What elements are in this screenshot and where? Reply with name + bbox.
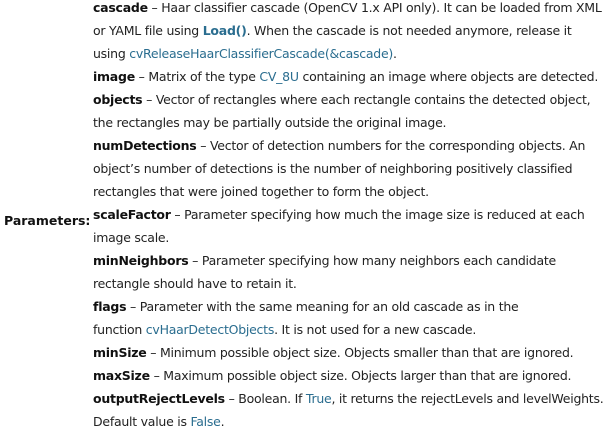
reference-link[interactable]: cvHaarDetectObjects xyxy=(146,322,275,337)
param-name: minNeighbors xyxy=(93,253,189,268)
param-description: , it returns the rejectLevels and levelW… xyxy=(331,391,604,406)
param-name: maxSize xyxy=(93,368,150,383)
param-description: – Parameter specifying how much the imag… xyxy=(174,207,585,222)
param-description: – Maximum possible object size. Objects … xyxy=(153,368,572,383)
param-name: numDetections xyxy=(93,138,197,153)
param-numDetections: numDetections – Vector of detection numb… xyxy=(93,134,585,157)
param-minNeighbors-line: rectangle should have to retain it. xyxy=(93,272,297,295)
param-minSize: minSize – Minimum possible object size. … xyxy=(93,341,574,364)
parameters-label: Parameters: xyxy=(4,213,91,228)
param-description: rectangle should have to retain it. xyxy=(93,276,297,291)
param-flags-line: function cvHaarDetectObjects. It is not … xyxy=(93,318,476,341)
param-numDetections-line: rectangles that were joined together to … xyxy=(93,180,429,203)
param-scaleFactor-line: image scale. xyxy=(93,226,169,249)
param-numDetections-line: object’s number of detections is the num… xyxy=(93,157,573,180)
param-description: – Vector of detection numbers for the co… xyxy=(200,138,586,153)
param-description: – Matrix of the type xyxy=(138,69,260,84)
param-description: – Haar classifier cascade (OpenCV 1.x AP… xyxy=(151,0,602,15)
param-flags: flags – Parameter with the same meaning … xyxy=(93,295,519,318)
param-cascade: cascade – Haar classifier cascade (OpenC… xyxy=(93,0,602,19)
param-description: . xyxy=(393,46,397,61)
param-cascade-line: using cvReleaseHaarClassifierCascade(&ca… xyxy=(93,42,397,65)
param-name: minSize xyxy=(93,345,147,360)
param-name: objects xyxy=(93,92,143,107)
reference-link[interactable]: True xyxy=(306,391,332,406)
param-name: scaleFactor xyxy=(93,207,171,222)
param-description: object’s number of detections is the num… xyxy=(93,161,573,176)
param-description: – Parameter specifying how many neighbor… xyxy=(192,253,556,268)
param-description: Default value is xyxy=(93,414,191,429)
param-description: – Minimum possible object size. Objects … xyxy=(150,345,574,360)
param-description: using xyxy=(93,46,130,61)
reference-link[interactable]: False xyxy=(190,414,220,429)
param-name: image xyxy=(93,69,135,84)
param-description: – Vector of rectangles where each rectan… xyxy=(146,92,591,107)
param-minNeighbors: minNeighbors – Parameter specifying how … xyxy=(93,249,556,272)
param-description: rectangles that were joined together to … xyxy=(93,184,429,199)
param-description: the rectangles may be partially outside … xyxy=(93,115,447,130)
param-description: . xyxy=(220,414,225,429)
param-description: function xyxy=(93,322,146,337)
param-cascade-line: or YAML file using Load(). When the casc… xyxy=(93,19,572,42)
param-description: – Parameter with the same meaning for an… xyxy=(130,299,519,314)
param-maxSize: maxSize – Maximum possible object size. … xyxy=(93,364,572,387)
param-description: containing an image where objects are de… xyxy=(298,69,599,84)
param-description: or YAML file using xyxy=(93,23,203,38)
param-name: outputRejectLevels xyxy=(93,391,225,406)
param-name: cascade xyxy=(93,0,148,15)
param-description: . It is not used for a new cascade. xyxy=(274,322,477,337)
param-image: image – Matrix of the type CV_8U contain… xyxy=(93,65,598,88)
param-scaleFactor: scaleFactor – Parameter specifying how m… xyxy=(93,203,585,226)
param-description: image scale. xyxy=(93,230,170,245)
param-description: – Boolean. If xyxy=(228,391,306,406)
param-name: flags xyxy=(93,299,127,314)
param-description: . When the cascade is not needed anymore… xyxy=(246,23,572,38)
reference-link[interactable]: Load() xyxy=(203,23,247,38)
reference-link[interactable]: CV_8U xyxy=(259,69,299,84)
param-outputRejectLevels: outputRejectLevels – Boolean. If True, i… xyxy=(93,387,604,410)
reference-link[interactable]: cvReleaseHaarClassifierCascade(&cascade) xyxy=(129,46,393,61)
param-objects-line: the rectangles may be partially outside … xyxy=(93,111,447,134)
param-objects: objects – Vector of rectangles where eac… xyxy=(93,88,591,111)
param-outputRejectLevels-line: Default value is False. xyxy=(93,410,225,433)
